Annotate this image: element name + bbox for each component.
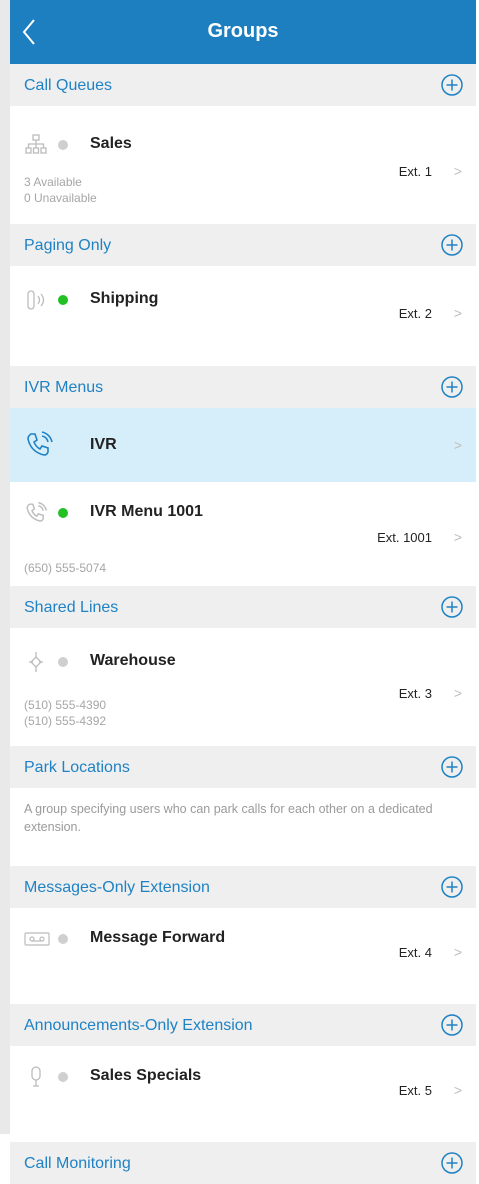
left-edge: [0, 0, 10, 1134]
add-paging-button[interactable]: [440, 233, 464, 257]
item-extension: Ext. 1001: [377, 530, 432, 545]
list-item-shipping[interactable]: Shipping Ext. 2 >: [10, 266, 476, 366]
chevron-right-icon: >: [453, 305, 462, 321]
section-label: Paging Only: [24, 237, 112, 254]
section-label: Park Locations: [24, 759, 130, 776]
shared-line-icon: [24, 650, 48, 674]
plus-circle-icon: [441, 1152, 463, 1174]
add-messages-only-button[interactable]: [440, 875, 464, 899]
section-header-messages-only: Messages-Only Extension: [10, 866, 476, 908]
plus-circle-icon: [441, 876, 463, 898]
list-item-ivr[interactable]: IVR >: [10, 408, 476, 482]
add-announcements-only-button[interactable]: [440, 1013, 464, 1037]
section-label: IVR Menus: [24, 379, 104, 396]
item-name: Message Forward: [90, 929, 226, 946]
phone-ringing-icon: [24, 501, 48, 525]
list-item-warehouse[interactable]: Warehouse Ext. 3 > (510) 555-4390 (510) …: [10, 628, 476, 746]
add-shared-line-button[interactable]: [440, 595, 464, 619]
item-name: Shipping: [90, 290, 159, 307]
status-dot: [58, 1072, 68, 1082]
list-item-sales[interactable]: Sales Ext. 1 > 3 Available 0 Unavailable: [10, 106, 476, 224]
paging-icon: [24, 288, 48, 312]
park-locations-description: A group specifying users who can park ca…: [10, 788, 476, 866]
phone-ringing-icon: [24, 430, 54, 460]
item-name: IVR: [90, 436, 117, 453]
status-dot: [58, 657, 68, 667]
microphone-icon: [24, 1065, 48, 1089]
item-extension: Ext. 3: [398, 686, 432, 701]
section-header-paging-only: Paging Only: [10, 224, 476, 266]
add-park-location-button[interactable]: [440, 755, 464, 779]
plus-circle-icon: [441, 596, 463, 618]
item-extension: Ext. 5: [398, 1083, 432, 1098]
section-label: Messages-Only Extension: [24, 879, 210, 896]
status-dot: [58, 508, 68, 518]
list-item-sales-specials[interactable]: Sales Specials Ext. 5 >: [10, 1046, 476, 1142]
item-name: Sales Specials: [90, 1067, 202, 1084]
item-phone-1: (510) 555-4390: [24, 698, 107, 712]
groups-screen: Groups Call Queues Sales Ext. 1 > 3 Avai…: [10, 0, 476, 1184]
item-extension: Ext. 1: [398, 164, 432, 179]
section-label: Call Monitoring: [24, 1155, 131, 1172]
item-name: IVR Menu 1001: [90, 503, 203, 520]
list-item-message-forward[interactable]: Message Forward Ext. 4 >: [10, 908, 476, 1004]
section-header-shared-lines: Shared Lines: [10, 586, 476, 628]
section-header-call-monitoring: Call Monitoring: [10, 1142, 476, 1184]
page-title: Groups: [207, 20, 279, 42]
chevron-right-icon: >: [453, 437, 462, 453]
app-header: Groups: [10, 0, 476, 64]
chevron-right-icon: >: [453, 1082, 462, 1098]
chevron-right-icon: >: [453, 685, 462, 701]
section-header-call-queues: Call Queues: [10, 64, 476, 106]
item-phone-2: (510) 555-4392: [24, 714, 107, 728]
add-call-monitoring-button[interactable]: [440, 1151, 464, 1175]
plus-circle-icon: [441, 234, 463, 256]
item-extension: Ext. 2: [398, 306, 432, 321]
queue-icon: [24, 133, 48, 157]
item-available: 3 Available: [24, 175, 82, 189]
chevron-right-icon: >: [453, 163, 462, 179]
item-name: Warehouse: [90, 652, 176, 669]
item-unavailable: 0 Unavailable: [24, 191, 97, 205]
plus-circle-icon: [441, 74, 463, 96]
add-ivr-menu-button[interactable]: [440, 375, 464, 399]
status-dot: [58, 295, 68, 305]
chevron-right-icon: >: [453, 529, 462, 545]
section-label: Shared Lines: [24, 599, 119, 616]
section-header-park-locations: Park Locations: [10, 746, 476, 788]
add-call-queue-button[interactable]: [440, 73, 464, 97]
status-dot: [58, 140, 68, 150]
plus-circle-icon: [441, 756, 463, 778]
section-label: Call Queues: [24, 77, 113, 94]
voicemail-icon: [24, 927, 50, 951]
section-header-announcements-only: Announcements-Only Extension: [10, 1004, 476, 1046]
item-extension: Ext. 4: [398, 945, 432, 960]
plus-circle-icon: [441, 1014, 463, 1036]
section-label: Announcements-Only Extension: [24, 1017, 253, 1034]
plus-circle-icon: [441, 376, 463, 398]
item-phone: (650) 555-5074: [24, 561, 107, 575]
chevron-right-icon: >: [453, 944, 462, 960]
item-name: Sales: [90, 135, 132, 152]
section-header-ivr-menus: IVR Menus: [10, 366, 476, 408]
status-dot: [58, 934, 68, 944]
list-item-ivr-menu-1001[interactable]: IVR Menu 1001 Ext. 1001 > (650) 555-5074: [10, 482, 476, 586]
